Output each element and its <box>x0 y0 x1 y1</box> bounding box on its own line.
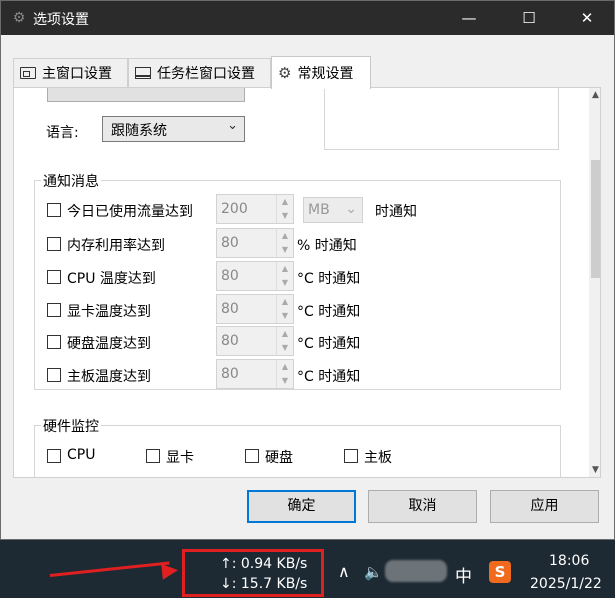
gpu-temp-suffix: °C 时通知 <box>297 304 361 320</box>
reset-autostart-button[interactable] <box>47 88 245 102</box>
tab-label: 主窗口设置 <box>42 66 112 82</box>
cpu-temp-label[interactable]: CPU 温度达到 <box>67 268 156 288</box>
spin-arrows-icon[interactable]: ▲ ▼ <box>276 195 293 223</box>
close-button[interactable]: ✕ <box>564 1 610 35</box>
hw-motherboard-label[interactable]: 主板 <box>364 447 392 467</box>
chevron-down-icon: ⌄ <box>345 201 357 217</box>
cpu-temp-value: 80 <box>221 268 239 284</box>
motherboard-temp-spinbox[interactable]: 80 ▲ ▼ <box>216 359 294 389</box>
language-select[interactable]: 跟随系统 ⌄ <box>102 116 245 142</box>
motherboard-temp-value: 80 <box>221 366 239 382</box>
hw-cpu: CPU <box>47 446 127 466</box>
apply-button[interactable]: 应用 <box>490 490 599 523</box>
notify-row-cpu: CPU 温度达到 80 ▲ ▼ °C 时通知 <box>47 261 547 291</box>
hw-motherboard: 主板 <box>344 446 424 466</box>
traffic-suffix: 时通知 <box>375 204 417 220</box>
disk-temp-label[interactable]: 硬盘温度达到 <box>67 333 151 353</box>
ime-indicator[interactable]: 中 <box>455 562 472 587</box>
window-title: 选项设置 <box>33 12 89 28</box>
notifications-group-title: 通知消息 <box>41 171 101 191</box>
general-settings-panel: 语言: 跟随系统 ⌄ 通知消息 今日已使用流量达到 200 ▲ ▼ MB ⌄ 时通… <box>13 87 601 478</box>
cancel-button[interactable]: 取消 <box>368 490 477 523</box>
language-value: 跟随系统 <box>111 123 167 139</box>
tab-label: 任务栏窗口设置 <box>157 66 255 82</box>
spin-arrows-icon[interactable]: ▲ ▼ <box>276 229 293 257</box>
spin-arrows-icon[interactable]: ▲ ▼ <box>276 360 293 388</box>
spin-arrows-icon[interactable]: ▲ ▼ <box>276 327 293 355</box>
spin-arrows-icon[interactable]: ▲ ▼ <box>276 295 293 323</box>
spin-arrows-icon[interactable]: ▲ ▼ <box>276 262 293 290</box>
cpu-temp-suffix: °C 时通知 <box>297 271 361 287</box>
disk-temp-value: 80 <box>221 333 239 349</box>
title-bar[interactable]: ⚙ 选项设置 — ☐ ✕ <box>1 1 614 35</box>
upload-speed[interactable]: ↑: 0.94 KB/s <box>220 556 307 572</box>
hw-gpu-checkbox[interactable] <box>146 449 160 463</box>
gpu-temp-spinbox[interactable]: 80 ▲ ▼ <box>216 294 294 324</box>
hw-disk-checkbox[interactable] <box>245 449 259 463</box>
memory-label[interactable]: 内存利用率达到 <box>67 235 165 255</box>
language-label: 语言: <box>46 125 79 141</box>
options-dialog: ⚙ 选项设置 — ☐ ✕ 主窗口设置 任务栏窗口设置 ⚙ 常规设置 语言: 跟随… <box>0 0 615 540</box>
download-speed[interactable]: ↓: 15.7 KB/s <box>220 576 307 592</box>
annotation-arrow-head <box>161 562 179 580</box>
ok-button[interactable]: 确定 <box>247 490 356 523</box>
traffic-label[interactable]: 今日已使用流量达到 <box>67 201 193 221</box>
gpu-temp-value: 80 <box>221 301 239 317</box>
disk-temp-spinbox[interactable]: 80 ▲ ▼ <box>216 326 294 356</box>
tab-general[interactable]: ⚙ 常规设置 <box>271 56 371 89</box>
disk-temp-suffix: °C 时通知 <box>297 336 361 352</box>
clock-date[interactable]: 2025/1/22 <box>530 576 602 592</box>
hw-disk: 硬盘 <box>245 446 325 466</box>
tray-expand-icon[interactable]: ∧ <box>338 562 350 581</box>
hardware-group-title: 硬件监控 <box>41 416 101 436</box>
motherboard-temp-label[interactable]: 主板温度达到 <box>67 366 151 386</box>
vertical-scrollbar[interactable]: ▲ ▼ <box>589 88 600 477</box>
scroll-up-icon[interactable]: ▲ <box>589 90 600 100</box>
cpu-temp-spinbox[interactable]: 80 ▲ ▼ <box>216 261 294 291</box>
sogou-input-icon[interactable]: S <box>489 561 511 583</box>
blurred-tray-area <box>385 560 447 582</box>
chevron-down-icon: ⌄ <box>227 118 238 133</box>
memory-spinbox[interactable]: 80 ▲ ▼ <box>216 228 294 258</box>
hw-cpu-label[interactable]: CPU <box>67 447 95 463</box>
motherboard-temp-suffix: °C 时通知 <box>297 369 361 385</box>
hw-gpu-label[interactable]: 显卡 <box>166 447 194 467</box>
gpu-temp-label[interactable]: 显卡温度达到 <box>67 301 151 321</box>
motherboard-temp-checkbox[interactable] <box>47 368 61 382</box>
traffic-value: 200 <box>221 201 248 217</box>
gpu-temp-checkbox[interactable] <box>47 303 61 317</box>
options-groupbox <box>324 88 559 150</box>
traffic-unit: MB <box>308 202 330 218</box>
memory-checkbox[interactable] <box>47 237 61 251</box>
memory-suffix: % 时通知 <box>297 238 357 254</box>
clock-time[interactable]: 18:06 <box>549 553 589 569</box>
tab-main-window[interactable]: 主窗口设置 <box>13 58 128 87</box>
notify-row-memory: 内存利用率达到 80 ▲ ▼ % 时通知 <box>47 228 547 258</box>
gear-icon: ⚙ <box>278 64 292 82</box>
traffic-checkbox[interactable] <box>47 203 61 217</box>
traffic-unit-select[interactable]: MB ⌄ <box>303 197 363 223</box>
volume-icon[interactable]: 🔈 <box>364 563 383 581</box>
notify-row-disk: 硬盘温度达到 80 ▲ ▼ °C 时通知 <box>47 326 547 356</box>
notify-row-traffic: 今日已使用流量达到 200 ▲ ▼ MB ⌄ 时通知 <box>47 194 547 224</box>
traffic-spinbox[interactable]: 200 ▲ ▼ <box>216 194 294 224</box>
app-gear-icon: ⚙ <box>12 10 26 26</box>
tab-taskbar-window[interactable]: 任务栏窗口设置 <box>128 58 271 87</box>
notify-row-motherboard: 主板温度达到 80 ▲ ▼ °C 时通知 <box>47 359 547 389</box>
hw-disk-label[interactable]: 硬盘 <box>265 447 293 467</box>
cpu-temp-checkbox[interactable] <box>47 270 61 284</box>
hw-cpu-checkbox[interactable] <box>47 449 61 463</box>
disk-temp-checkbox[interactable] <box>47 335 61 349</box>
tab-label: 常规设置 <box>297 66 354 82</box>
scroll-thumb[interactable] <box>591 160 600 278</box>
maximize-button[interactable]: ☐ <box>506 1 552 35</box>
taskbar-icon <box>135 67 151 79</box>
notify-row-gpu: 显卡温度达到 80 ▲ ▼ °C 时通知 <box>47 294 547 324</box>
hw-gpu: 显卡 <box>146 446 226 466</box>
monitor-icon <box>20 67 36 79</box>
minimize-button[interactable]: — <box>446 1 492 35</box>
scroll-down-icon[interactable]: ▼ <box>589 465 600 475</box>
hw-motherboard-checkbox[interactable] <box>344 449 358 463</box>
memory-value: 80 <box>221 235 239 251</box>
